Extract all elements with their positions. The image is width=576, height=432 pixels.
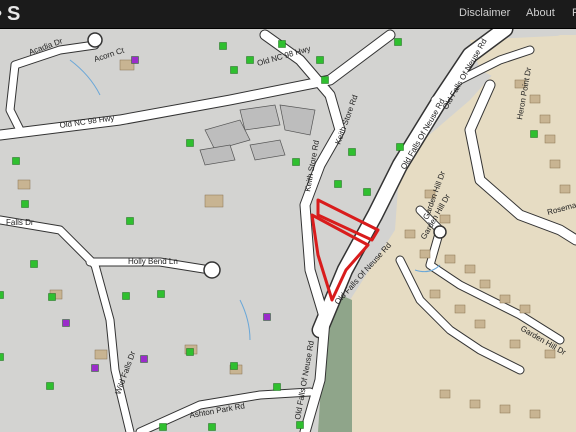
purple-point-marker[interactable]: [140, 355, 148, 363]
green-point-marker[interactable]: [122, 292, 130, 300]
about-link[interactable]: About: [526, 0, 555, 28]
cul-de-sac: [203, 261, 221, 279]
green-point-marker[interactable]: [219, 42, 227, 50]
green-point-marker[interactable]: [396, 143, 404, 151]
brand-logo-icon: •: [0, 3, 2, 26]
green-point-marker[interactable]: [30, 260, 38, 268]
truncated-nav-link[interactable]: F: [572, 0, 576, 28]
brand-text: S: [7, 2, 21, 25]
green-point-marker[interactable]: [273, 383, 281, 391]
green-point-marker[interactable]: [292, 158, 300, 166]
green-point-marker[interactable]: [246, 56, 254, 64]
street-label: Holly Bend Ln: [128, 257, 178, 266]
green-point-marker[interactable]: [296, 421, 304, 429]
cul-de-sac: [87, 32, 103, 48]
app-brand[interactable]: • S: [0, 0, 20, 28]
purple-point-marker[interactable]: [91, 364, 99, 372]
purple-point-marker[interactable]: [131, 56, 139, 64]
green-point-marker[interactable]: [363, 188, 371, 196]
green-point-marker[interactable]: [321, 76, 329, 84]
green-point-marker[interactable]: [208, 423, 216, 431]
green-point-marker[interactable]: [0, 353, 4, 361]
green-point-marker[interactable]: [12, 157, 20, 165]
green-point-marker[interactable]: [530, 130, 538, 138]
green-point-marker[interactable]: [159, 423, 167, 431]
green-point-marker[interactable]: [316, 56, 324, 64]
green-point-marker[interactable]: [0, 291, 4, 299]
purple-point-marker[interactable]: [263, 313, 271, 321]
street-label: Falls Dr: [6, 218, 34, 227]
green-point-marker[interactable]: [46, 382, 54, 390]
cul-de-sac: [433, 225, 447, 239]
disclaimer-link[interactable]: Disclaimer: [459, 0, 510, 28]
purple-point-marker[interactable]: [62, 319, 70, 327]
green-point-marker[interactable]: [48, 293, 56, 301]
green-point-marker[interactable]: [230, 362, 238, 370]
green-point-marker[interactable]: [334, 180, 342, 188]
parcel-map[interactable]: Acorn Ct Acadia Dr Old NC 98 Hwy Old NC …: [0, 29, 576, 432]
green-point-marker[interactable]: [348, 148, 356, 156]
green-point-marker[interactable]: [186, 139, 194, 147]
green-point-marker[interactable]: [230, 66, 238, 74]
green-point-marker[interactable]: [157, 290, 165, 298]
green-point-marker[interactable]: [186, 348, 194, 356]
top-navigation-bar: • S Disclaimer About F: [0, 0, 576, 29]
green-point-marker[interactable]: [394, 38, 402, 46]
green-point-marker[interactable]: [126, 217, 134, 225]
green-point-marker[interactable]: [21, 200, 29, 208]
green-point-marker[interactable]: [278, 40, 286, 48]
